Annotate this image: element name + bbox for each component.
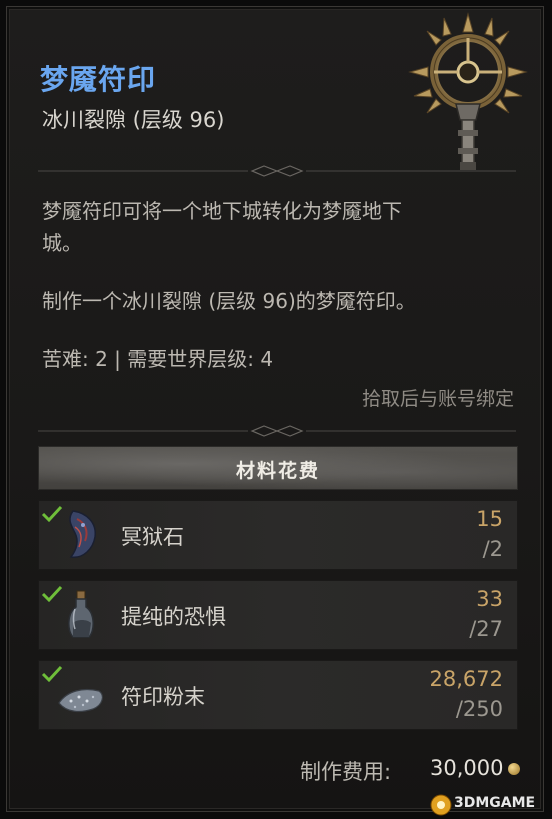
item-title: 梦魇符印 bbox=[40, 63, 157, 96]
material-row[interactable]: 冥狱石 15 /2 bbox=[38, 500, 518, 570]
gold-coin-icon bbox=[508, 763, 520, 775]
item-description-line3: 制作一个冰川裂隙 (层级 96)的梦魇符印。 bbox=[42, 289, 416, 313]
watermark-text: 3DMGAME bbox=[454, 795, 536, 811]
sigil-powder-icon bbox=[58, 688, 103, 713]
item-stats: 苦难: 2 | 需要世界层级: 4 bbox=[42, 347, 274, 371]
materials-header: 材料花费 bbox=[38, 446, 518, 490]
material-name: 冥狱石 bbox=[121, 525, 184, 549]
materials-header-label: 材料花费 bbox=[235, 460, 320, 482]
material-row[interactable]: 提纯的恐惧 33 /27 bbox=[38, 580, 518, 650]
watermark-logo-icon bbox=[430, 794, 452, 816]
item-description-line1: 梦魇符印可将一个地下城转化为梦魇地下 bbox=[42, 199, 402, 223]
crafting-cost-label: 制作费用: bbox=[300, 760, 392, 784]
header-divider bbox=[38, 165, 516, 177]
site-watermark: 3DMGAME bbox=[430, 794, 548, 816]
distilled-fear-icon bbox=[68, 590, 94, 638]
material-have-count: 15 bbox=[476, 507, 503, 531]
material-name: 符印粉末 bbox=[121, 685, 205, 709]
obducite-icon bbox=[69, 510, 96, 558]
material-need-count: /250 bbox=[455, 697, 503, 721]
material-have-count: 33 bbox=[476, 587, 503, 611]
nightmare-sigil-icon bbox=[408, 12, 528, 170]
account-bound-note: 拾取后与账号绑定 bbox=[361, 388, 514, 410]
item-description-line2: 城。 bbox=[42, 231, 82, 255]
material-have-count: 28,672 bbox=[429, 667, 503, 691]
material-name: 提纯的恐惧 bbox=[121, 605, 226, 629]
material-need-count: /2 bbox=[482, 537, 503, 561]
crafting-cost-value: 30,000 bbox=[430, 756, 504, 780]
material-row[interactable]: 符印粉末 28,672 /250 bbox=[38, 660, 518, 730]
material-need-count: /27 bbox=[469, 617, 503, 641]
materials-divider bbox=[38, 425, 516, 437]
item-subtitle: 冰川裂隙 (层级 96) bbox=[42, 108, 225, 132]
